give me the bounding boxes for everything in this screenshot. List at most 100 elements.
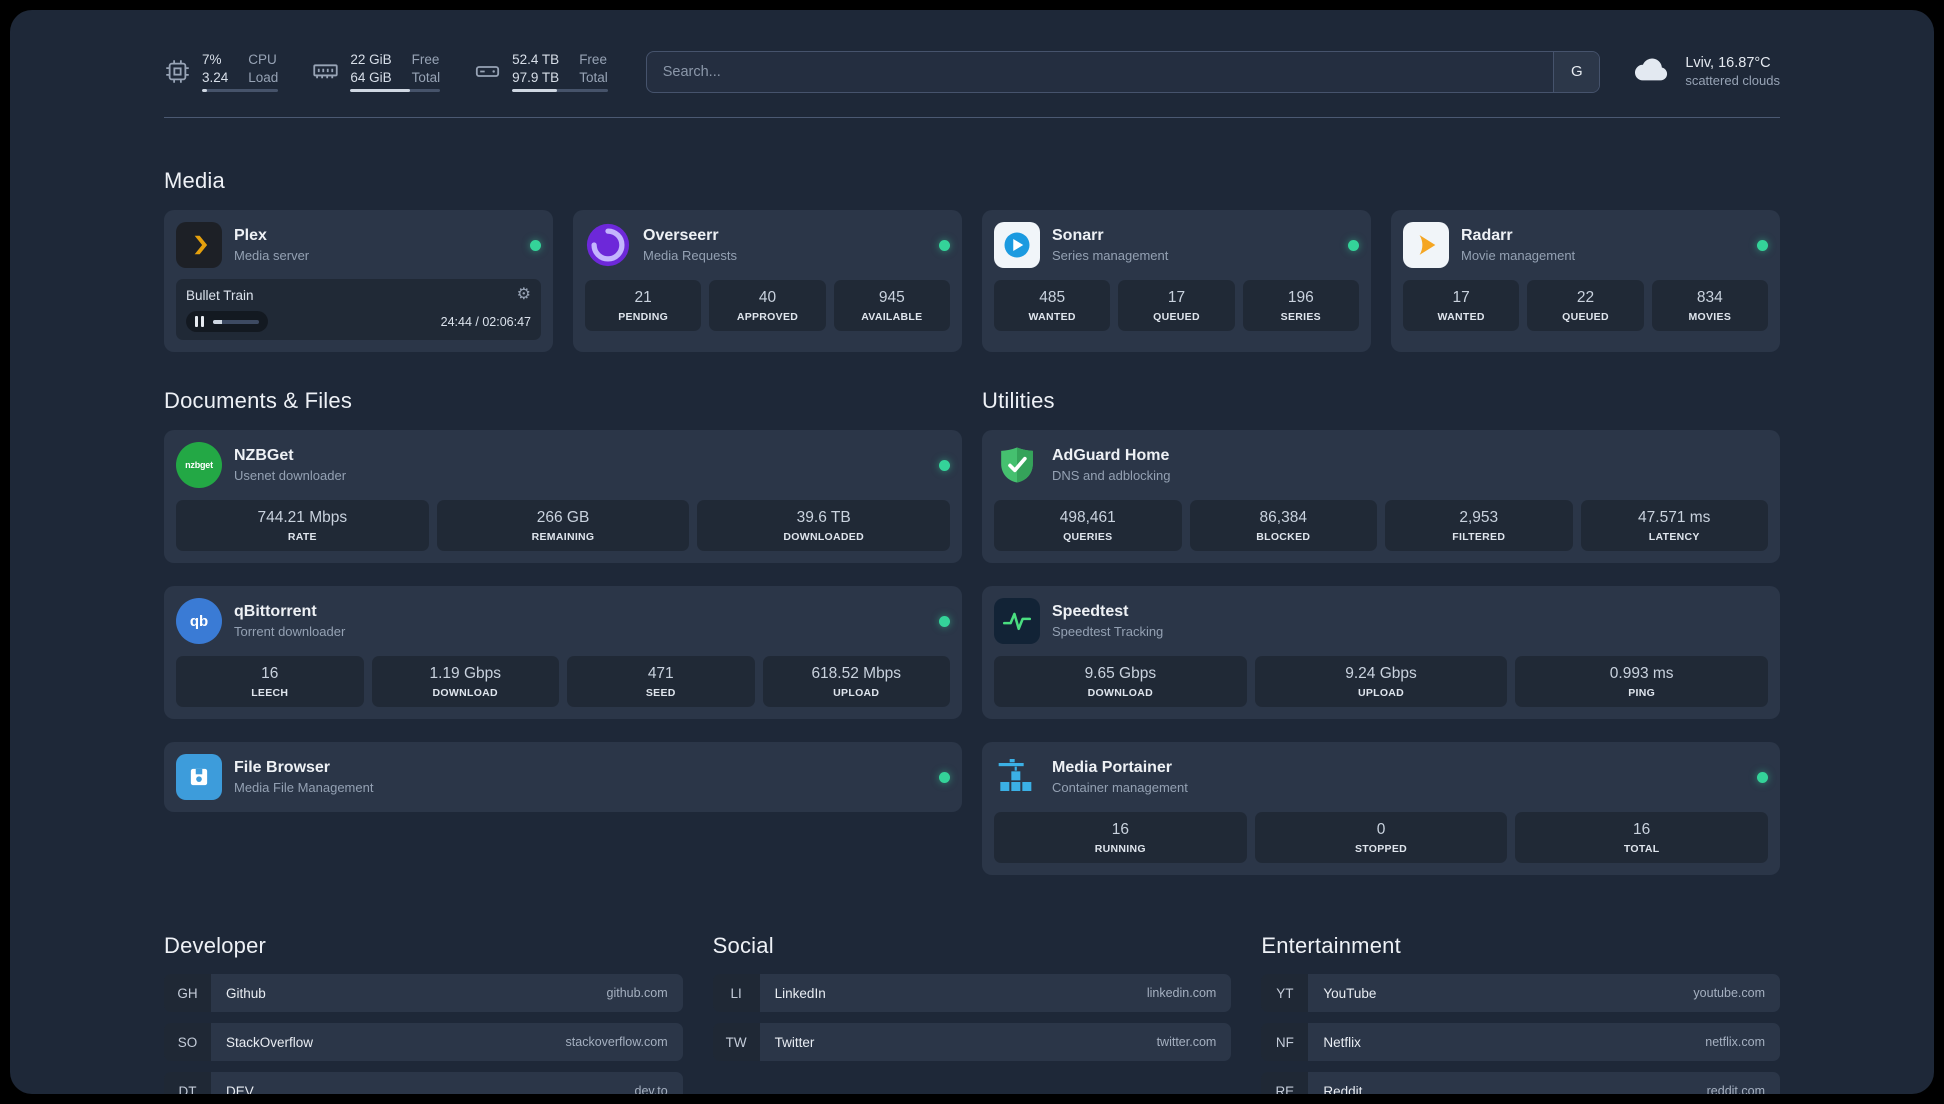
middle-columns: Documents & Files nzbget NZBGet Usenet d… [164,388,1780,875]
disk-icon [474,58,501,85]
pause-button[interactable] [186,311,268,332]
media-grid: Plex Media server Bullet Train ⚙ 24:44 /… [164,210,1780,352]
stat-value: 266 GB [536,509,590,526]
stat-label: DOWNLOAD [432,687,498,699]
bookmark-youtube[interactable]: YT YouTube youtube.com [1261,974,1780,1012]
cpu-progress-bar [202,89,279,93]
weather-widget: Lviv, 16.87°C scattered clouds [1630,48,1780,95]
service-card-sonarr[interactable]: Sonarr Series management 485 WANTED 17 Q… [982,210,1371,352]
now-playing-title: Bullet Train [186,287,254,303]
bookmark-name: Reddit [1323,1083,1363,1095]
service-card-plex[interactable]: Plex Media server Bullet Train ⚙ 24:44 /… [164,210,553,352]
bookmark-name: YouTube [1323,985,1377,1001]
bookmarks-social: Social LI LinkedIn linkedin.com TW Twitt… [712,933,1232,1094]
stat-box: 16 LEECH [176,656,364,707]
cpu-icon [164,58,191,85]
stat-box: 2,953 FILTERED [1385,500,1573,551]
cpu-percent: 7% [202,51,222,67]
service-desc: Speedtest Tracking [1052,624,1164,639]
stat-box: 9.65 Gbps DOWNLOAD [994,656,1247,707]
disk-free: 52.4 TB [512,51,560,67]
bookmark-url: netflix.com [1705,1035,1765,1049]
stat-label: QUEUED [1562,311,1609,323]
status-dot [939,771,950,783]
service-card-adguard[interactable]: AdGuard Home DNS and adblocking 498,461 … [982,430,1780,563]
bookmark-url: github.com [606,986,668,1000]
service-desc: Container management [1052,780,1188,795]
stat-value: 498,461 [1059,509,1116,526]
bookmark-twitter[interactable]: TW Twitter twitter.com [712,1023,1232,1061]
topbar: 7% 3.24 CPU Load 22 GiB 64 GiB Free Tota… [164,48,1780,95]
bookmark-dev[interactable]: DT DEV dev.to [164,1072,683,1094]
bookmark-netflix[interactable]: NF Netflix netflix.com [1261,1023,1780,1061]
memory-widget: 22 GiB 64 GiB Free Total [312,51,441,93]
cloud-icon [1630,48,1672,95]
stat-label: PENDING [618,311,669,323]
weather-location: Lviv, 16.87°C [1685,55,1771,71]
speedtest-icon [994,598,1040,644]
stat-label: PING [1628,687,1656,699]
stat-box: 498,461 QUERIES [994,500,1182,551]
service-card-filebrowser[interactable]: File Browser Media File Management [164,742,962,812]
gear-icon[interactable]: ⚙ [517,287,531,303]
service-desc: Media File Management [234,780,374,795]
bookmark-url: reddit.com [1706,1084,1765,1094]
stat-value: 17 [1167,289,1186,306]
bookmark-url: twitter.com [1156,1035,1217,1049]
stat-label: MOVIES [1688,311,1732,323]
stat-label: DOWNLOAD [1087,687,1154,699]
service-card-portainer[interactable]: Media Portainer Container management 16 … [982,742,1780,875]
disk-values: 52.4 TB 97.9 TB [512,51,559,86]
search-provider-button[interactable]: G [1553,51,1600,92]
service-name: Plex [234,227,267,244]
service-card-overseerr[interactable]: Overseerr Media Requests 21 PENDING 40 A… [573,210,962,352]
cpu-widget: 7% 3.24 CPU Load [164,51,279,93]
stat-value: 86,384 [1259,509,1307,526]
stat-value: 9.24 Gbps [1345,665,1417,682]
service-desc: Usenet downloader [234,468,347,483]
bookmark-linkedin[interactable]: LI LinkedIn linkedin.com [712,974,1232,1012]
stat-label: RUNNING [1094,843,1146,855]
stat-box: 266 GB REMAINING [436,500,690,551]
bookmark-url: stackoverflow.com [565,1035,668,1049]
stat-box: 16 TOTAL [1515,812,1769,863]
stat-value: 40 [758,289,777,306]
bookmark-abbr: GH [164,974,211,1012]
stat-value: 945 [878,289,905,306]
service-name: AdGuard Home [1052,447,1170,464]
stat-box: 744.21 Mbps RATE [176,500,429,551]
service-desc: Torrent downloader [234,624,346,639]
service-card-speedtest[interactable]: Speedtest Speedtest Tracking 9.65 Gbps D… [982,586,1780,719]
bookmark-name: Github [226,985,266,1001]
service-desc: Media Requests [643,248,737,263]
bookmark-stackoverflow[interactable]: SO StackOverflow stackoverflow.com [164,1023,683,1061]
service-desc: Movie management [1461,248,1576,263]
service-card-nzbget[interactable]: nzbget NZBGet Usenet downloader 744.21 M… [164,430,962,563]
bookmark-abbr: YT [1261,974,1309,1012]
service-card-qbittorrent[interactable]: qb qBittorrent Torrent downloader 16 LEE… [164,586,962,719]
bookmark-abbr: DT [164,1072,211,1094]
section-media: Media Plex Media server Bullet Train ⚙ 2… [164,168,1780,352]
status-dot [939,239,950,251]
status-dot [530,239,541,251]
stat-label: LEECH [251,687,289,699]
cpu-labels: CPU Load [248,51,279,85]
cpu-load: 3.24 [202,69,229,85]
filebrowser-icon [176,754,222,800]
section-utilities: Utilities AdGuard Home DNS and adblockin… [982,388,1780,875]
service-card-radarr[interactable]: Radarr Movie management 17 WANTED 22 QUE… [1391,210,1780,352]
bookmark-github[interactable]: GH Github github.com [164,974,683,1012]
bookmark-url: linkedin.com [1146,986,1217,1000]
stat-value: 618.52 Mbps [811,665,902,682]
bookmark-reddit[interactable]: RE Reddit reddit.com [1261,1072,1780,1094]
memory-progress-bar [350,89,441,93]
search-input[interactable] [646,51,1554,92]
section-title-entertainment: Entertainment [1261,933,1401,958]
stat-value: 834 [1696,289,1723,306]
status-dot [1348,239,1359,251]
stat-box: 86,384 BLOCKED [1189,500,1377,551]
stat-label: STOPPED [1354,843,1408,855]
stat-box: 22 QUEUED [1527,280,1644,331]
stat-value: 485 [1039,289,1066,306]
stat-value: 21 [634,289,652,306]
